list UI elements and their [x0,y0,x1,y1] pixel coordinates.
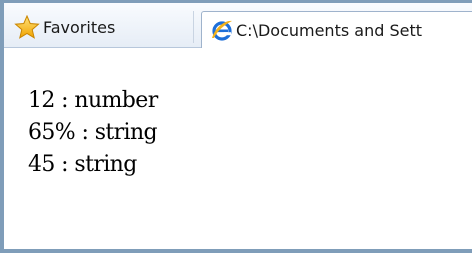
browser-window: Favorites C:\Documents and Sett 12 : num… [0,0,472,253]
output-line: 65% : string [28,120,158,145]
star-icon [14,15,40,39]
ie-icon [212,20,232,41]
favorites-label: Favorites [43,17,116,37]
favorites-button[interactable]: Favorites [14,15,115,39]
toolbar-separator [193,11,194,43]
page-content: 12 : number 65% : string 45 : string [28,85,158,181]
favorites-bar: Favorites C:\Documents and Sett [4,3,472,48]
tab-title: C:\Documents and Sett [236,20,422,40]
tab-current-page[interactable]: C:\Documents and Sett [201,11,472,48]
output-line: 45 : string [28,152,137,177]
output-line: 12 : number [28,88,158,113]
